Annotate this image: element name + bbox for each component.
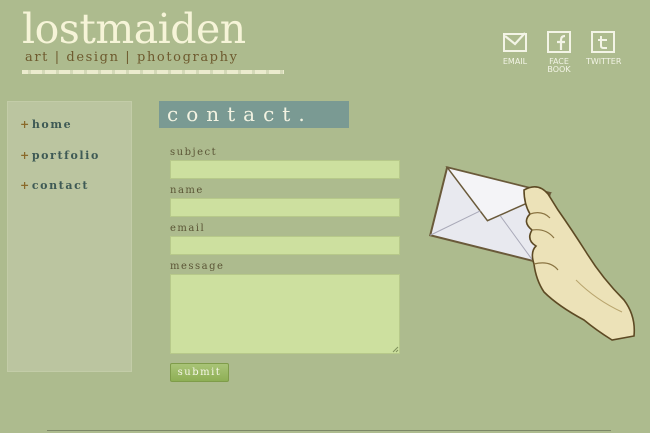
nav-item-label: contact [31, 179, 90, 192]
message-textarea[interactable] [170, 274, 400, 354]
social-links: EMAIL FACE BOOK TWITTER [498, 30, 622, 74]
nav-item-label: home [31, 118, 73, 131]
email-icon [503, 32, 527, 52]
social-facebook-link[interactable]: FACE BOOK [542, 30, 576, 74]
sidebar-nav: +home +portfolio +contact [7, 101, 132, 372]
social-email-link[interactable]: EMAIL [498, 30, 532, 74]
nav-bullet: + [20, 149, 31, 162]
name-input[interactable] [170, 198, 400, 217]
submit-button[interactable]: submit [170, 363, 229, 382]
resize-grip-icon[interactable] [392, 346, 399, 353]
nav-bullet: + [20, 179, 31, 192]
subject-input[interactable] [170, 160, 400, 179]
social-email-label: EMAIL [502, 57, 528, 66]
social-twitter-label: TWITTER [586, 57, 622, 66]
site-title: lostmaiden [22, 5, 246, 53]
footer-divider [47, 430, 611, 431]
subject-label: subject [170, 147, 218, 158]
hand-envelope-illustration [429, 166, 636, 341]
site-tagline: art | design | photography [25, 50, 239, 65]
facebook-icon [547, 31, 571, 53]
page-title: contact. [159, 101, 349, 128]
twitter-icon [591, 31, 615, 53]
nav-item-home[interactable]: +home [20, 118, 72, 131]
email-label: email [170, 223, 206, 234]
nav-item-contact[interactable]: +contact [20, 179, 89, 192]
social-facebook-label: FACE BOOK [547, 57, 571, 74]
name-label: name [170, 185, 204, 196]
social-twitter-link[interactable]: TWITTER [586, 30, 622, 74]
nav-item-label: portfolio [31, 149, 100, 162]
logo-underline [22, 70, 284, 74]
nav-bullet: + [20, 118, 31, 131]
email-input[interactable] [170, 236, 400, 255]
message-label: message [170, 261, 225, 272]
nav-item-portfolio[interactable]: +portfolio [20, 149, 100, 162]
site-logo[interactable]: lostmaiden art | design | photography [22, 5, 292, 74]
